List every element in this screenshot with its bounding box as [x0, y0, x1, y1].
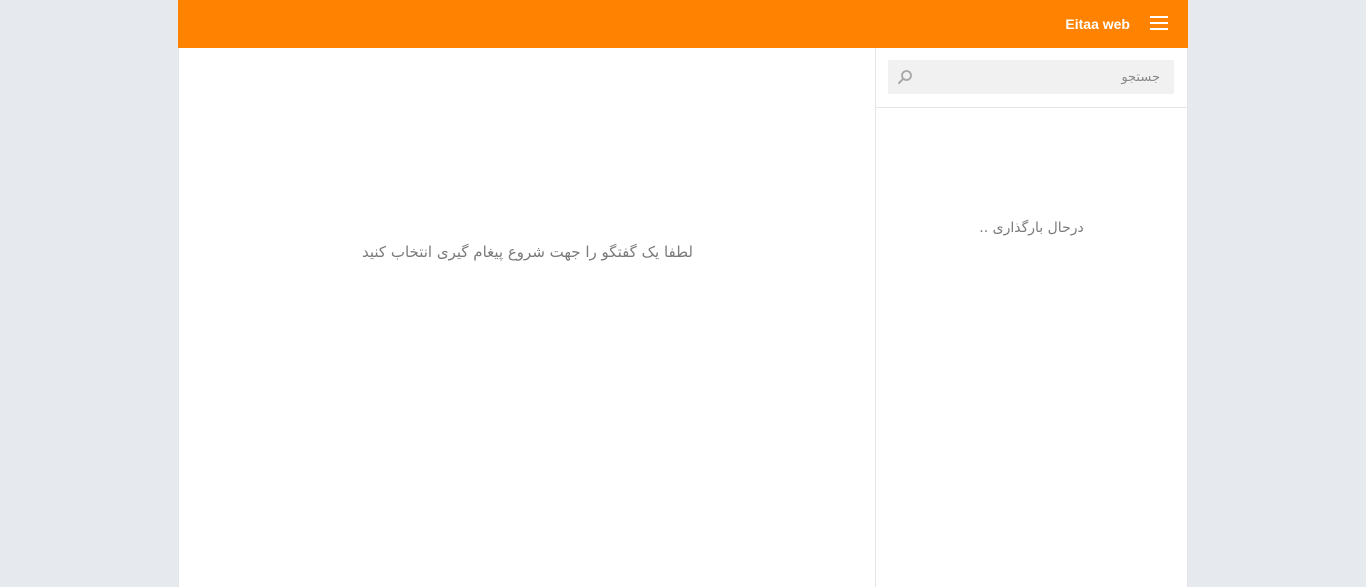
loading-text: درحال بارگذاری .. [979, 220, 1084, 236]
chat-panel: لطفا یک گفتگو را جهت شروع پیغام گیری انت… [178, 48, 875, 587]
dialogs-sidebar: درحال بارگذاری .. [875, 48, 1188, 587]
search-input[interactable] [920, 60, 1160, 94]
brand-title: Eitaa web [1065, 16, 1130, 32]
top-bar: Eitaa web [178, 0, 1188, 48]
app-window: Eitaa web لطفا یک گفتگو را جهت شروع پیغا… [178, 0, 1188, 587]
hamburger-menu-icon[interactable] [1150, 15, 1168, 33]
menu-line [1150, 28, 1168, 30]
search-box[interactable] [888, 60, 1174, 94]
menu-line [1150, 16, 1168, 18]
empty-chat-message: لطفا یک گفتگو را جهت شروع پیغام گیری انت… [362, 243, 693, 261]
search-bar [876, 48, 1187, 108]
search-icon [898, 70, 912, 84]
menu-line [1150, 22, 1168, 24]
